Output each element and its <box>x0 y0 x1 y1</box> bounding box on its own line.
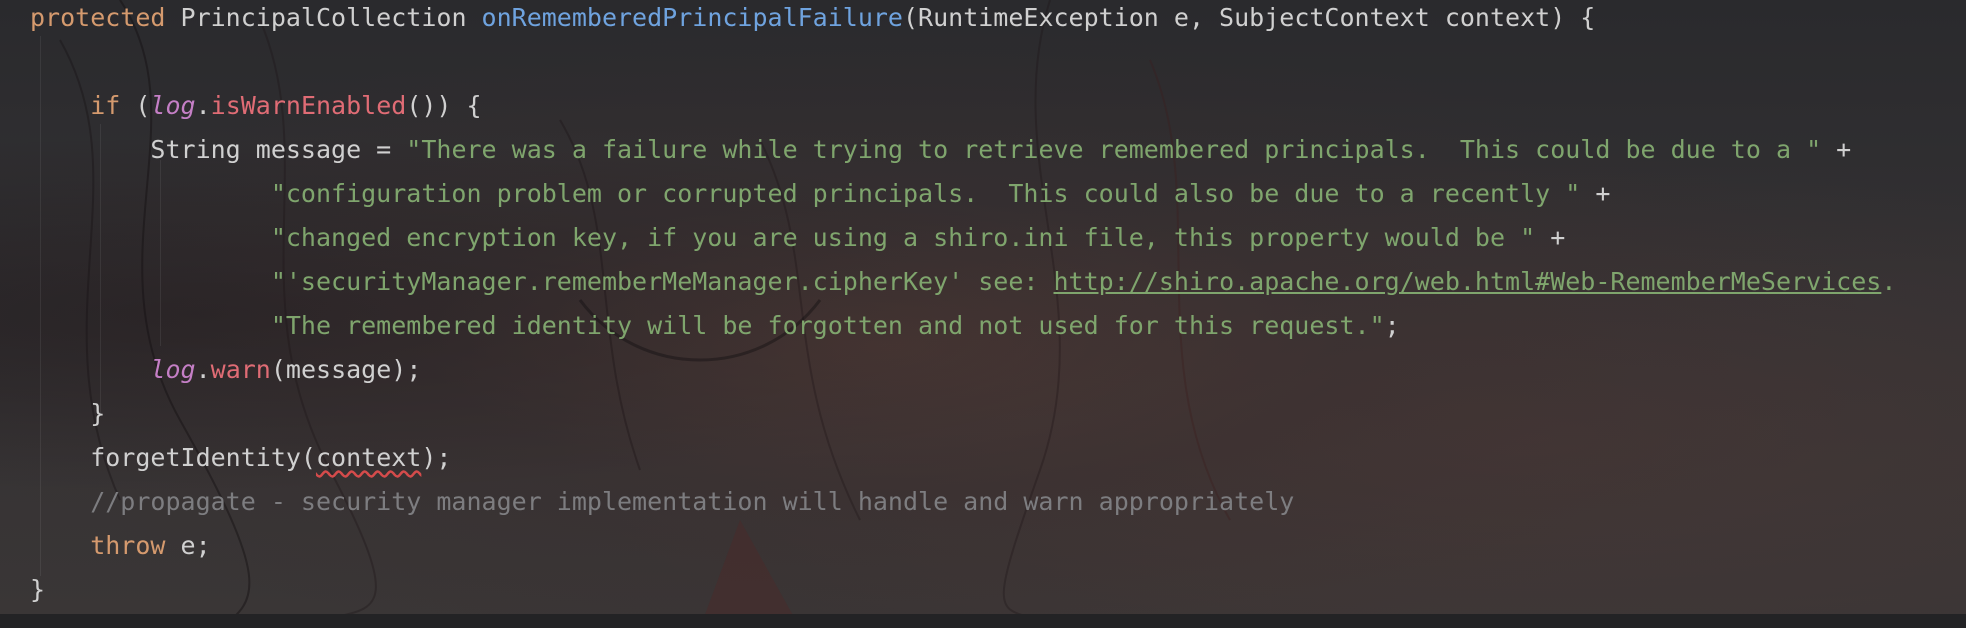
code-token: (message); <box>270 355 422 384</box>
code-token: ( <box>135 91 151 120</box>
code-line[interactable]: //propagate - security manager implement… <box>30 484 1294 520</box>
code-token: context <box>315 443 422 472</box>
code-token: + <box>1535 223 1566 252</box>
code-token: onRememberedPrincipalFailure <box>481 3 903 32</box>
code-token: ()) { <box>406 91 482 120</box>
code-token: ; <box>1384 311 1400 340</box>
code-line[interactable]: if (log.isWarnEnabled()) { <box>30 88 482 124</box>
code-token: "'securityManager.rememberMeManager.ciph… <box>30 267 1054 296</box>
code-line[interactable]: log.warn(message); <box>30 352 421 388</box>
code-line[interactable]: forgetIdentity(context); <box>30 440 451 476</box>
code-line[interactable]: "'securityManager.rememberMeManager.ciph… <box>30 264 1911 300</box>
code-token: . <box>195 91 211 120</box>
code-token: forgetIdentity( <box>30 443 316 472</box>
code-token: } <box>30 575 46 604</box>
code-token: } <box>30 399 106 428</box>
code-line[interactable]: } <box>30 572 45 608</box>
code-token: warn <box>210 355 271 384</box>
code-token: "The remembered identity will be forgott… <box>30 311 1385 340</box>
code-token: isWarnEnabled <box>210 91 407 120</box>
code-token: //propagate - security manager implement… <box>30 487 1295 516</box>
code-token: log <box>150 355 196 384</box>
code-token: . <box>1881 267 1912 296</box>
code-line[interactable]: "changed encryption key, if you are usin… <box>30 220 1565 256</box>
code-token: "changed encryption key, if you are usin… <box>30 223 1536 252</box>
code-token: . <box>195 355 211 384</box>
code-token: PrincipalCollection <box>180 3 482 32</box>
code-token: protected <box>30 3 181 32</box>
code-token: "There was a failure while trying to ret… <box>406 135 1822 164</box>
code-token: e; <box>180 531 211 560</box>
code-line[interactable]: "configuration problem or corrupted prin… <box>30 176 1611 212</box>
code-token: "configuration problem or corrupted prin… <box>30 179 1581 208</box>
code-line[interactable]: "The remembered identity will be forgott… <box>30 308 1400 344</box>
code-editor[interactable]: protected PrincipalCollection onRemember… <box>0 0 1966 628</box>
url-link[interactable]: http://shiro.apache.org/web.html#Web-Rem… <box>1054 267 1882 296</box>
code-token: throw <box>30 531 181 560</box>
code-token: ); <box>421 443 452 472</box>
code-token: (RuntimeException e, SubjectContext cont… <box>902 3 1596 32</box>
code-token: log <box>150 91 196 120</box>
code-token: + <box>1580 179 1611 208</box>
code-token: String message = <box>30 135 407 164</box>
code-line[interactable]: String message = "There was a failure wh… <box>30 132 1851 168</box>
code-token: if <box>30 91 136 120</box>
code-line[interactable]: } <box>30 396 105 432</box>
horizontal-scrollbar-track[interactable] <box>0 614 1966 628</box>
code-line[interactable]: throw e; <box>30 528 211 564</box>
code-token: + <box>1821 135 1852 164</box>
code-line[interactable]: protected PrincipalCollection onRemember… <box>30 0 1595 36</box>
